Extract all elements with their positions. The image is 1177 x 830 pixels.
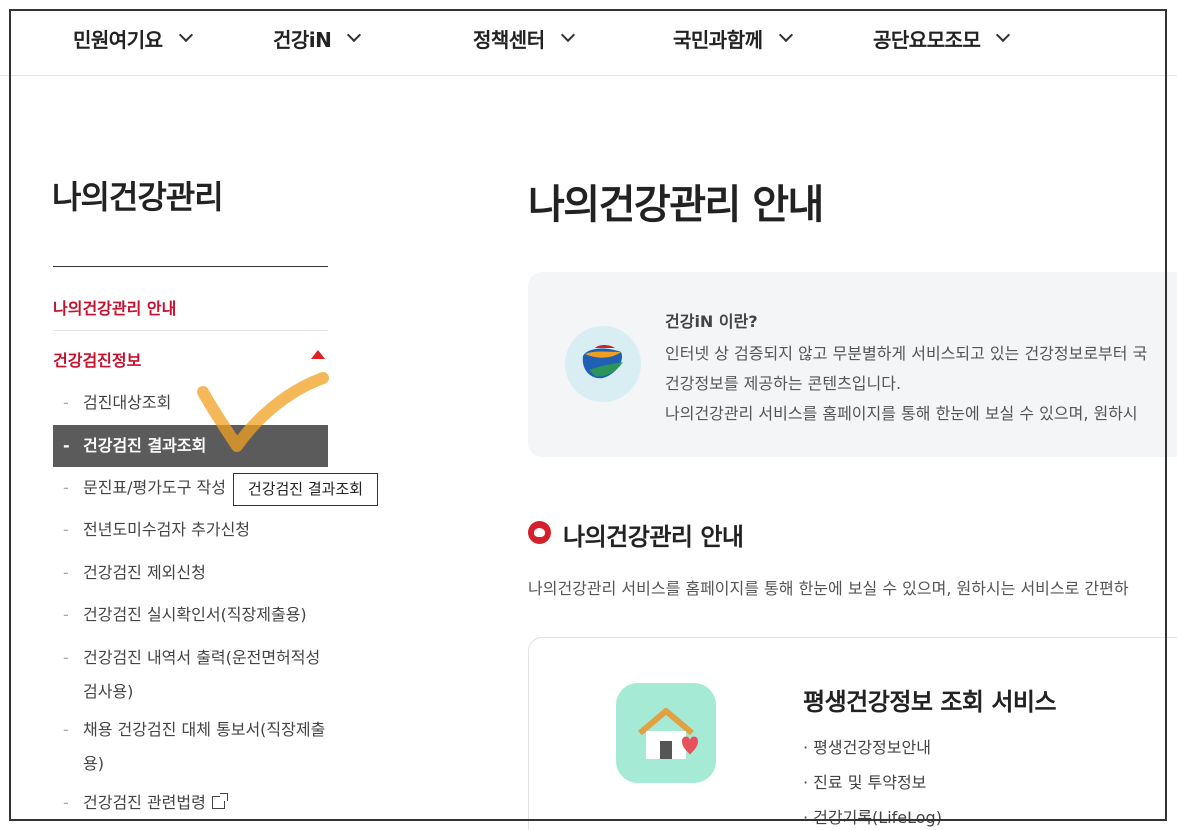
nav-label: 민원여기요 (73, 27, 163, 52)
chevron-down-icon (178, 27, 193, 43)
sidebar-subitem-label: 건강검진 관련법령 (83, 793, 206, 812)
health-in-logo-icon (565, 326, 641, 402)
card-list-item[interactable]: · 진료 및 투약정보 (803, 769, 926, 793)
sidebar-subitem-label: 문진표/평가도구 작성 (83, 478, 226, 497)
card-title: 평생건강정보 조회 서비스 (803, 688, 1057, 716)
dash-icon: - (63, 605, 69, 624)
nav-label: 건강iN (273, 27, 332, 52)
sidebar-section-checkup-info[interactable]: 건강검진정보 (53, 347, 328, 371)
info-line: 나의건강관리 서비스를 홈페이지를 통해 한눈에 보실 수 있으며, 원하시 (665, 404, 1138, 423)
sidebar-divider (53, 266, 328, 267)
nav-label: 정책센터 (473, 27, 545, 52)
sidebar-subitem-target-lookup[interactable]: - 검진대상조회 (53, 386, 328, 420)
sidebar-subitem-label: 검진대상조회 (83, 393, 172, 412)
nav-menu-health-in[interactable]: 건강iN (273, 22, 362, 54)
chevron-down-icon (347, 27, 362, 43)
sidebar-subitem-replacement-notice[interactable]: - 채용 건강검진 대체 통보서(직장제출용) (53, 713, 328, 781)
card-list-label: 진료 및 투약정보 (813, 773, 927, 792)
section-title: 나의건강관리 안내 (563, 523, 744, 551)
house-heart-icon (616, 683, 716, 783)
nav-menu-minwon[interactable]: 민원여기요 (73, 22, 193, 54)
tooltip: 건강검진 결과조회 (233, 473, 378, 506)
sidebar-subitem-label: 건강검진 제외신청 (83, 563, 206, 582)
nav-label: 공단요모조모 (873, 27, 981, 52)
card-list-item[interactable]: · 건강기록(LifeLog) (803, 804, 942, 828)
sidebar-subitem-label: 전년도미수검자 추가신청 (83, 520, 251, 539)
sidebar-subitem-additional-apply[interactable]: - 전년도미수검자 추가신청 (53, 513, 328, 547)
nav-menu-about[interactable]: 공단요모조모 (873, 22, 1011, 54)
sidebar-subitem-related-laws[interactable]: - 건강검진 관련법령 (53, 786, 328, 820)
dash-icon: - (63, 393, 69, 412)
sidebar-subitem-label-cont: 검사용) (83, 682, 134, 701)
info-heading: 건강iN 이란? (665, 312, 758, 331)
sidebar-item-guide[interactable]: 나의건강관리 안내 (53, 295, 328, 319)
nav-menu-policy[interactable]: 정책센터 (473, 22, 575, 54)
heart-badge-icon (528, 521, 551, 544)
dash-icon: - (63, 436, 70, 455)
sidebar-subitem-confirmation[interactable]: - 건강검진 실시확인서(직장제출용) (53, 598, 328, 632)
nav-label: 국민과함께 (673, 27, 763, 52)
info-line: 건강정보를 제공하는 콘텐츠입니다. (665, 374, 902, 393)
nav-menu-citizens[interactable]: 국민과함께 (673, 22, 793, 54)
sidebar-subitem-label: 건강검진 실시확인서(직장제출용) (83, 605, 307, 624)
sidebar-subitem-label: 건강검진 결과조회 (83, 436, 207, 455)
sidebar-separator (53, 330, 328, 331)
dash-icon: - (63, 720, 69, 739)
card-list-label: 건강기록(LifeLog) (813, 808, 942, 827)
dash-icon: - (63, 520, 69, 539)
sidebar-subitem-label: 채용 건강검진 대체 통보서(직장제출 (83, 720, 326, 739)
dash-icon: - (63, 793, 69, 812)
top-navigation: 민원여기요 건강iN 정책센터 국민과함께 공단요모조모 (0, 0, 1177, 76)
sidebar-subitem-exclusion-apply[interactable]: - 건강검진 제외신청 (53, 556, 328, 590)
section-description: 나의건강관리 서비스를 홈페이지를 통해 한눈에 보실 수 있으며, 원하시는 … (528, 579, 1129, 598)
card-list-label: 평생건강정보안내 (813, 738, 931, 757)
page-title: 나의건강관리 안내 (528, 182, 824, 228)
sidebar-subitem-label-cont: 용) (83, 754, 104, 773)
dash-icon: - (63, 648, 69, 667)
collapse-arrow-icon[interactable] (311, 350, 325, 359)
sidebar-subitem-label: 건강검진 내역서 출력(운전면허적성 (83, 648, 321, 667)
sidebar-subitem-result-lookup[interactable]: - 건강검진 결과조회 (53, 425, 328, 467)
external-link-icon (211, 793, 228, 809)
card-list-item[interactable]: · 평생건강정보안내 (803, 734, 931, 758)
dash-icon: - (63, 563, 69, 582)
sidebar-title: 나의건강관리 (52, 178, 224, 216)
chevron-down-icon (996, 27, 1011, 43)
chevron-down-icon (560, 27, 575, 43)
chevron-down-icon (778, 27, 793, 43)
sidebar-subitem-statement-print[interactable]: - 건강검진 내역서 출력(운전면허적성검사용) (53, 641, 328, 709)
info-line: 인터넷 상 검증되지 않고 무분별하게 서비스되고 있는 건강정보로부터 국 (665, 344, 1148, 363)
dash-icon: - (63, 478, 69, 497)
